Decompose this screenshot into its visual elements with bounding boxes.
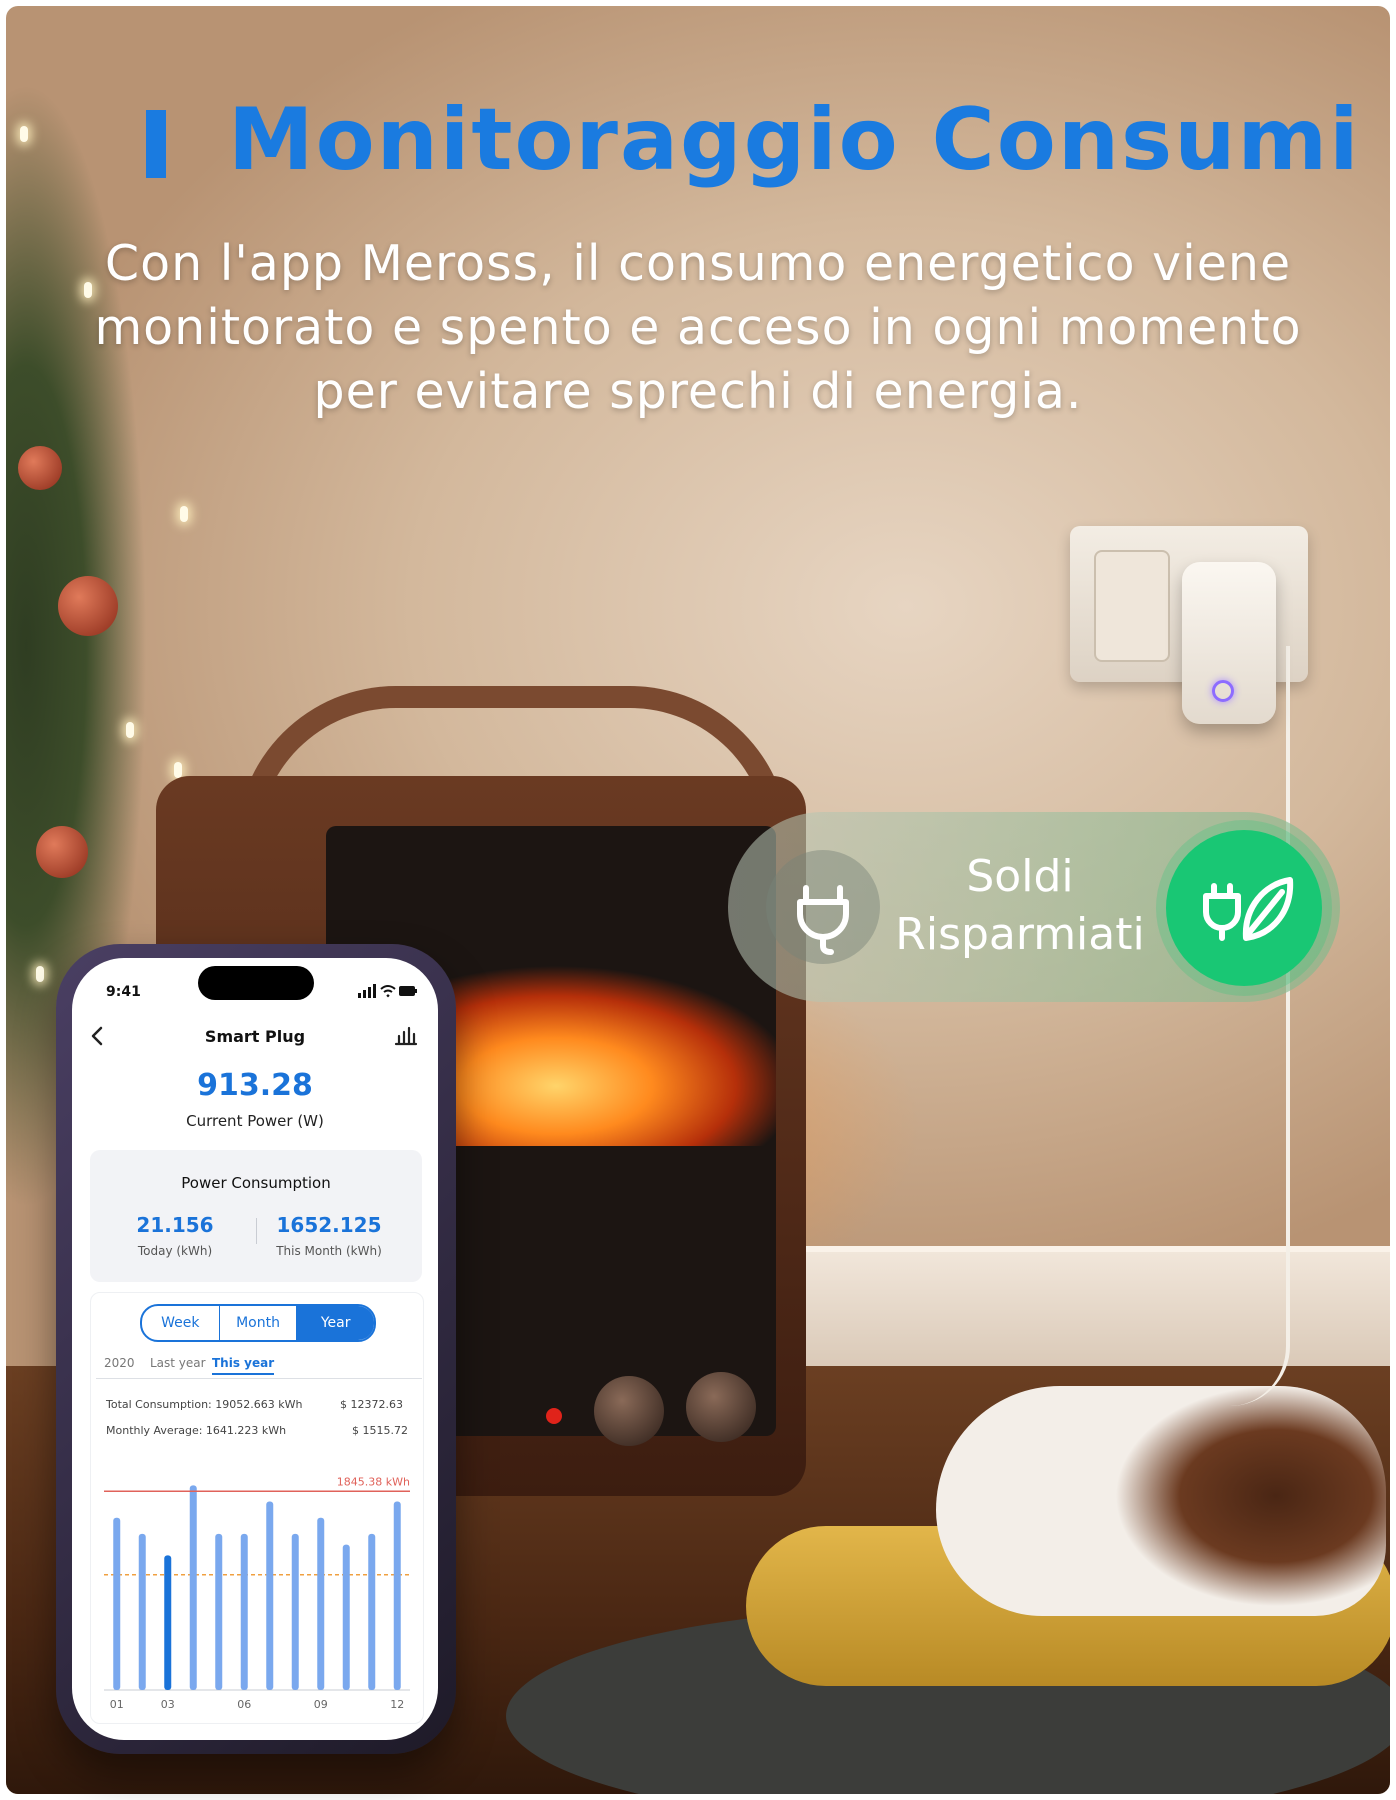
wifi-icon — [380, 985, 396, 998]
x-tick-label: 06 — [237, 1698, 251, 1711]
dynamic-island — [198, 966, 314, 1000]
subtitle-line: Con l'app Meross, il consumo energetico … — [104, 235, 1292, 292]
ornament — [58, 576, 118, 636]
max-line-label: 1845.38 kWh — [337, 1475, 410, 1488]
app-title: Smart Plug — [204, 1027, 306, 1046]
chart-bar — [317, 1517, 325, 1690]
tab-month[interactable]: Month — [220, 1306, 298, 1340]
month-label: This Month (kWh) — [276, 1244, 382, 1258]
total-cost: $ 12372.63 — [340, 1398, 403, 1411]
month-value: 1652.125 — [276, 1213, 382, 1237]
ornament — [36, 826, 88, 878]
x-tick-label: 12 — [390, 1698, 404, 1711]
plug-leaf-icon — [1166, 830, 1322, 986]
year-tab-last-year[interactable]: Last year — [150, 1356, 206, 1370]
baseboard — [796, 1246, 1390, 1372]
sleeping-cat — [936, 1386, 1386, 1616]
tree-light — [36, 966, 44, 982]
title-accent-bar — [146, 110, 166, 178]
period-segmented-control: Week Month Year — [140, 1304, 376, 1342]
tree-light — [180, 506, 188, 522]
chart-bar — [266, 1501, 274, 1690]
power-consumption-title: Power Consumption — [181, 1174, 331, 1192]
tree-light — [174, 762, 182, 778]
chart-bar — [393, 1501, 401, 1690]
tab-week[interactable]: Week — [142, 1306, 220, 1340]
power-cable — [1126, 646, 1290, 1406]
today-value: 21.156 — [136, 1213, 214, 1237]
bar-chart-icon[interactable] — [394, 1024, 418, 1046]
total-consumption: Total Consumption: 19052.663 kWh — [106, 1398, 303, 1411]
page-title: Monitoraggio Consumi — [228, 90, 1361, 190]
tab-year[interactable]: Year — [297, 1306, 374, 1340]
chart-bar — [240, 1533, 248, 1690]
chart-bar — [138, 1533, 146, 1690]
plug-led-indicator — [1212, 680, 1234, 702]
status-time: 9:41 — [106, 984, 141, 1000]
current-power-label: Current Power (W) — [186, 1112, 324, 1130]
tree-light — [20, 126, 28, 142]
savings-label: Soldi Risparmiati — [880, 848, 1160, 964]
x-tick-label: 03 — [161, 1698, 175, 1711]
battery-icon — [399, 986, 417, 996]
chart-bar — [368, 1533, 376, 1690]
chart-bar — [215, 1533, 223, 1690]
subtitle-line: monitorato e spento e acceso in ogni mom… — [94, 299, 1302, 356]
year-tab-this-year[interactable]: This year — [212, 1356, 275, 1375]
heater-knob — [686, 1372, 756, 1442]
status-icons — [358, 984, 418, 1002]
page-subtitle: Con l'app Meross, il consumo energetico … — [60, 232, 1336, 424]
savings-label-line2: Risparmiati — [895, 909, 1145, 960]
monthly-average: Monthly Average: 1641.223 kWh — [106, 1424, 287, 1437]
x-tick-label: 01 — [110, 1698, 124, 1711]
chart-bar — [342, 1544, 350, 1690]
monthly-consumption-chart: 1845.38 kWh 01 03 06 09 12 — [104, 1475, 410, 1711]
tabs-divider — [96, 1378, 422, 1379]
chevron-left-icon[interactable] — [86, 1024, 110, 1048]
current-power-value: 913.28 — [197, 1068, 313, 1103]
chart-bar — [291, 1533, 299, 1690]
tree-light — [126, 722, 134, 738]
heater-knob — [594, 1376, 664, 1446]
power-indicator — [546, 1408, 562, 1424]
year-tab-2020[interactable]: 2020 — [104, 1356, 135, 1370]
signal-icon — [358, 984, 376, 998]
chart-bar — [189, 1485, 197, 1690]
plug-icon — [766, 850, 880, 964]
chart-bar — [164, 1555, 172, 1690]
chart-bar — [113, 1517, 121, 1690]
average-cost: $ 1515.72 — [352, 1424, 408, 1437]
subtitle-line: per evitare sprechi di energia. — [313, 363, 1083, 420]
x-tick-label: 09 — [314, 1698, 328, 1711]
ornament — [18, 446, 62, 490]
today-label: Today (kWh) — [137, 1244, 213, 1258]
savings-label-line1: Soldi — [966, 851, 1074, 902]
